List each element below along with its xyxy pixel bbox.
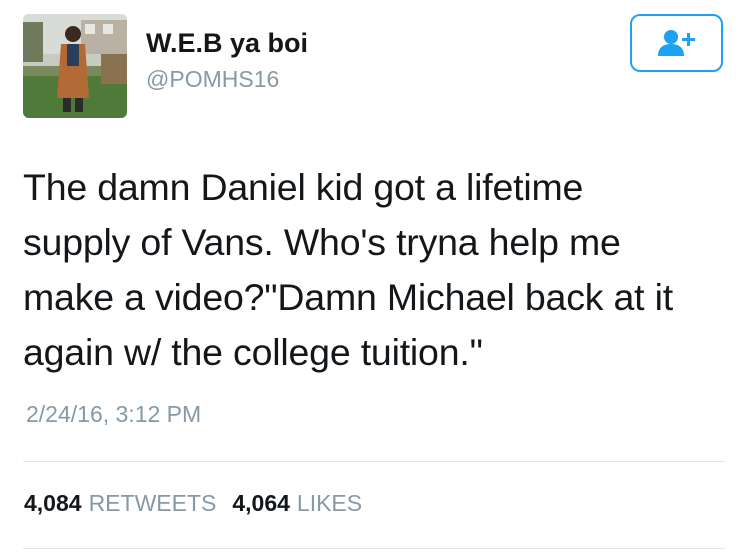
- likes-stat[interactable]: 4,064 LIKES: [232, 492, 362, 515]
- follow-button[interactable]: [630, 14, 723, 72]
- avatar-photo: [23, 14, 127, 118]
- display-name[interactable]: W.E.B ya boi: [146, 30, 308, 57]
- likes-count: 4,064: [232, 490, 290, 516]
- divider: [23, 548, 725, 549]
- tweet-stats: 4,084 RETWEETS 4,064 LIKES: [24, 492, 362, 515]
- add-user-icon: [657, 30, 695, 56]
- retweets-count: 4,084: [24, 490, 82, 516]
- retweets-stat[interactable]: 4,084 RETWEETS: [24, 492, 216, 515]
- user-handle[interactable]: @POMHS16: [146, 68, 279, 91]
- avatar[interactable]: [23, 14, 127, 118]
- tweet-text: The damn Daniel kid got a lifetime suppl…: [23, 166, 673, 373]
- likes-label: LIKES: [296, 490, 363, 516]
- retweets-label: RETWEETS: [88, 490, 217, 516]
- tweet-timestamp[interactable]: 2/24/16, 3:12 PM: [26, 403, 201, 426]
- divider: [23, 461, 725, 462]
